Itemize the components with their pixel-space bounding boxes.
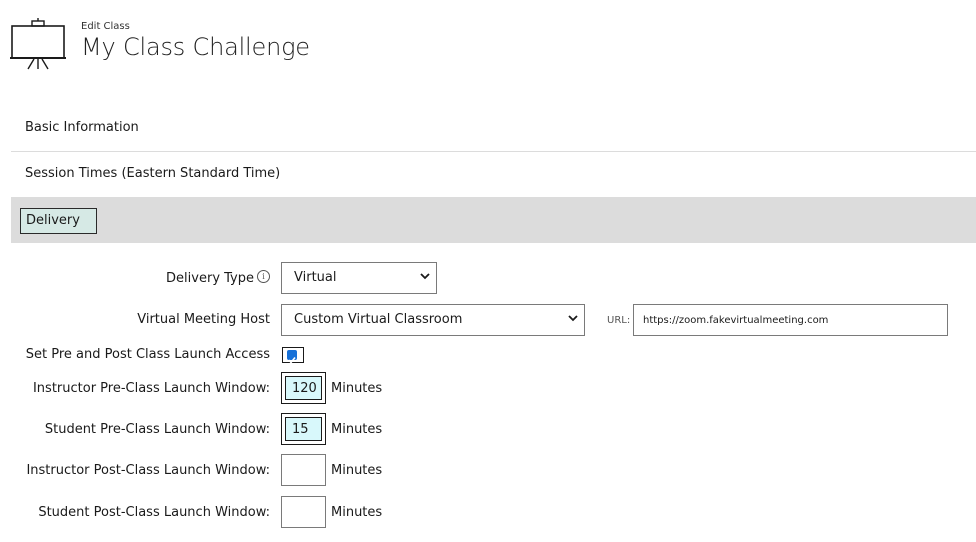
tab-delivery[interactable]: Delivery xyxy=(20,208,97,234)
launch-access-checkbox[interactable] xyxy=(282,347,304,364)
instructor-post-input[interactable] xyxy=(281,454,326,486)
instructor-pre-input[interactable]: 120 xyxy=(281,372,326,404)
student-pre-value: 15 xyxy=(285,417,322,441)
presentation-board-icon xyxy=(10,18,66,70)
chevron-down-icon xyxy=(420,273,430,280)
page-title: My Class Challenge xyxy=(81,33,310,61)
student-pre-input[interactable]: 15 xyxy=(281,413,326,445)
student-pre-unit: Minutes xyxy=(331,422,383,437)
info-icon[interactable]: i xyxy=(257,270,270,283)
meeting-host-select[interactable]: Custom Virtual Classroom xyxy=(281,304,585,336)
delivery-type-label-text: Delivery Type xyxy=(166,271,254,286)
launch-access-label: Set Pre and Post Class Launch Access xyxy=(25,347,270,362)
instructor-post-unit: Minutes xyxy=(331,463,383,478)
instructor-pre-unit: Minutes xyxy=(331,381,383,396)
chevron-down-icon xyxy=(568,315,578,322)
section-basic-information[interactable]: Basic Information xyxy=(11,106,976,152)
checkmark-icon xyxy=(288,357,296,364)
url-label: URL: xyxy=(607,315,631,326)
section-delivery: Delivery xyxy=(11,197,976,243)
url-input[interactable]: https://zoom.fakevirtualmeeting.com xyxy=(633,304,948,336)
page-subtitle: Edit Class xyxy=(81,21,130,32)
meeting-host-label: Virtual Meeting Host xyxy=(137,312,270,327)
instructor-pre-value: 120 xyxy=(285,376,322,400)
instructor-post-label: Instructor Post-Class Launch Window: xyxy=(26,463,270,478)
section-basic-label: Basic Information xyxy=(25,120,139,135)
student-pre-label: Student Pre-Class Launch Window: xyxy=(44,422,270,437)
meeting-host-value: Custom Virtual Classroom xyxy=(294,312,463,327)
delivery-type-label: Delivery Type i xyxy=(166,270,270,286)
checkbox-fill xyxy=(287,350,297,364)
student-post-label: Student Post-Class Launch Window: xyxy=(38,505,270,520)
delivery-type-select[interactable]: Virtual xyxy=(281,262,437,294)
instructor-pre-label: Instructor Pre-Class Launch Window: xyxy=(32,381,270,396)
section-session-times[interactable]: Session Times (Eastern Standard Time) xyxy=(11,152,976,198)
delivery-type-value: Virtual xyxy=(294,270,337,285)
student-post-input[interactable] xyxy=(281,496,326,528)
student-post-unit: Minutes xyxy=(331,505,383,520)
section-session-label: Session Times (Eastern Standard Time) xyxy=(25,166,281,181)
